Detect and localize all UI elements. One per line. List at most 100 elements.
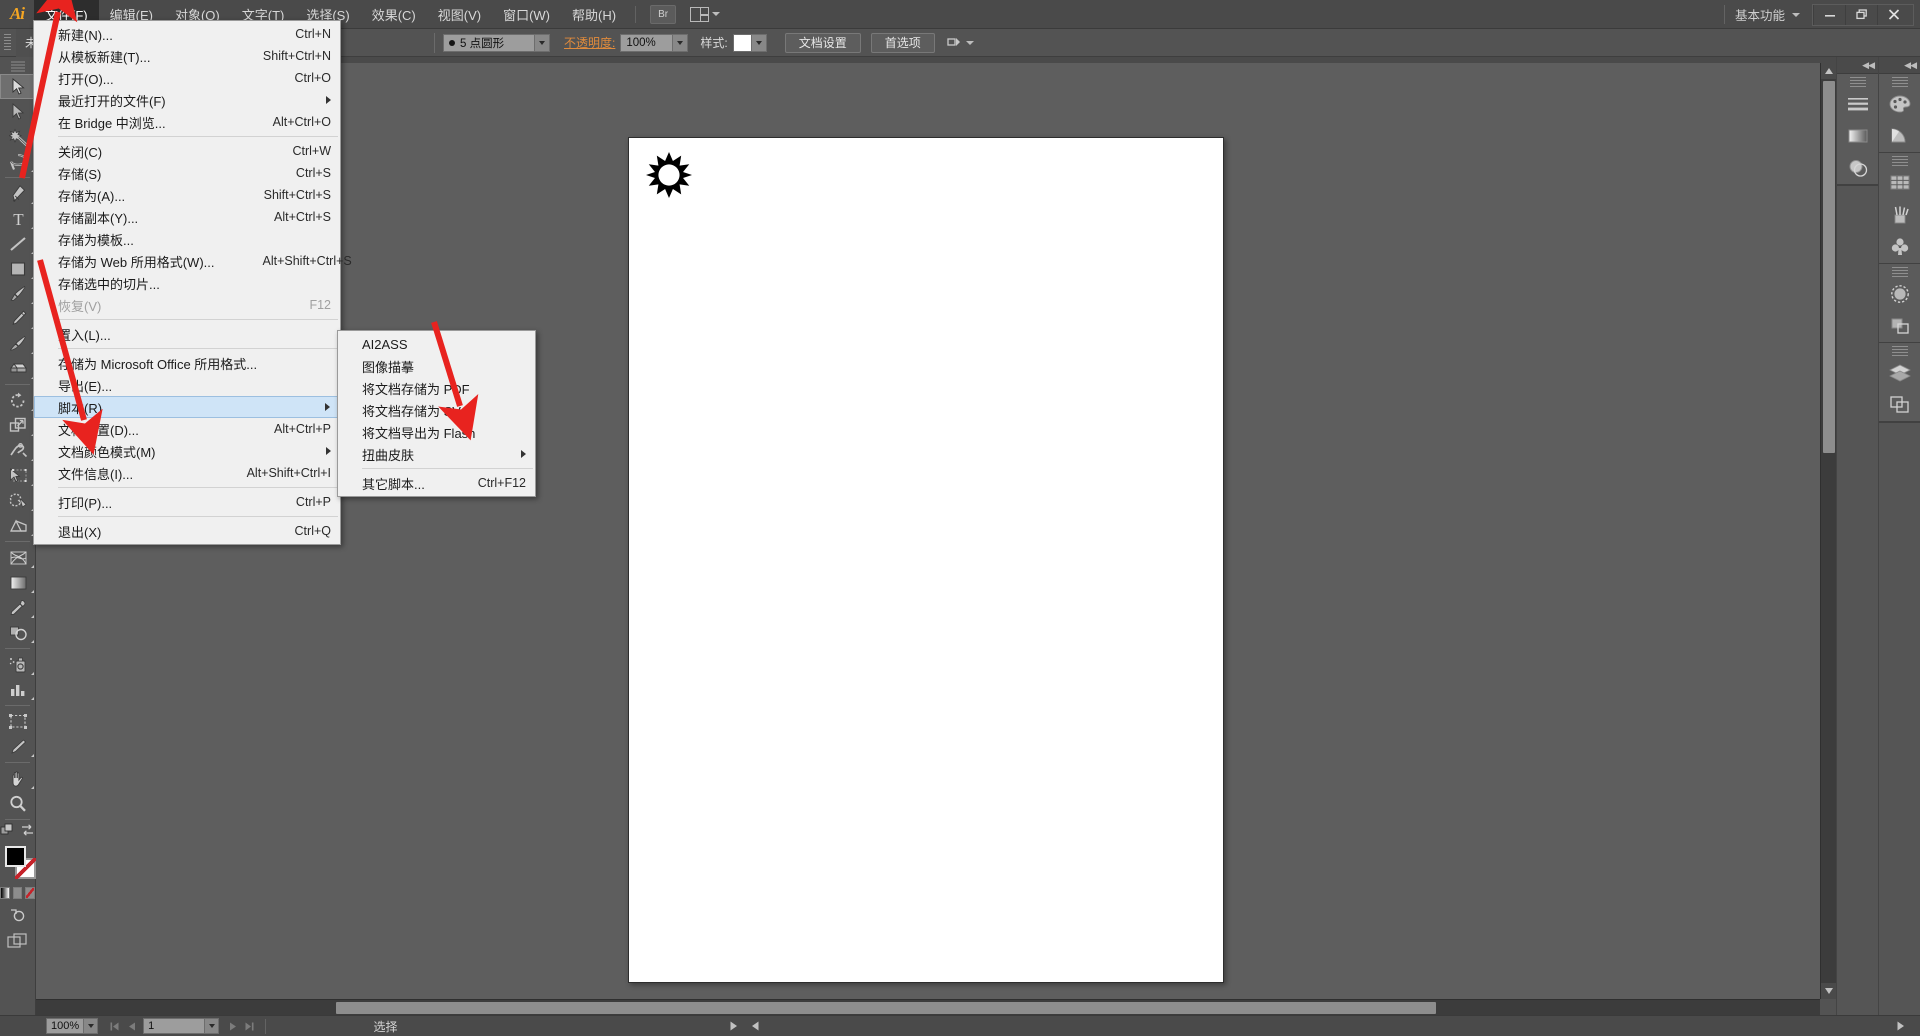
menu-bar-item-6[interactable]: 视图(V) [427,0,492,29]
column-graph-tool[interactable] [0,677,36,702]
fill-and-stroke-indicator[interactable] [0,843,36,883]
dock-collapse-right[interactable]: ◀◀ [1879,57,1920,74]
layers-panel-icon[interactable] [1879,357,1920,389]
menu-item-扭曲皮肤[interactable]: 扭曲皮肤 [338,443,535,465]
menu-item-关闭-c-[interactable]: 关闭(C) Ctrl+W [34,140,340,162]
menu-item-存储为-web-所用格式-w-[interactable]: 存储为 Web 所用格式(W)... Alt+Shift+Ctrl+S [34,250,352,272]
type-tool[interactable]: T [0,206,36,231]
menu-item-脚本-r-[interactable]: 脚本(R) [34,396,340,418]
rotate-tool[interactable] [0,388,36,413]
opacity-dropdown[interactable] [673,33,689,52]
default-fill-stroke-icon[interactable] [20,823,35,837]
none-mode-button[interactable] [25,887,36,899]
style-swatch[interactable] [732,33,752,52]
tools-panel-grip[interactable] [11,60,25,72]
hand-tool[interactable] [0,766,36,791]
line-segment-tool[interactable] [0,231,36,256]
swatches-panel-icon[interactable] [1879,167,1920,199]
workspace-switcher-label[interactable]: 基本功能 [1735,5,1785,24]
blend-tool[interactable] [0,620,36,645]
sun-shape[interactable] [646,152,692,198]
artboard-number-control[interactable]: 1 [143,1018,220,1034]
status-text[interactable]: 选择 [273,1018,498,1035]
menu-item-图像描摹[interactable]: 图像描摹 [338,355,535,377]
style-dropdown[interactable] [751,33,767,52]
menu-item-ai2ass[interactable]: AI2ASS [338,333,535,355]
gradient-panel-icon[interactable] [1837,120,1879,152]
menu-item-在-bridge-中浏览-[interactable]: 在 Bridge 中浏览... Alt+Ctrl+O [34,111,340,133]
next-artboard-button[interactable] [224,1018,241,1034]
color-mode-button[interactable] [12,887,23,899]
drawing-modes[interactable] [0,908,35,923]
last-artboard-button[interactable] [241,1018,258,1034]
symbols-panel-icon[interactable] [1879,231,1920,263]
menu-item-将文档导出为-flash[interactable]: 将文档导出为 Flash [338,421,535,443]
symbol-sprayer-tool[interactable] [0,652,36,677]
menu-item-置入-l-[interactable]: 置入(L)... [34,323,340,345]
menu-item-其它脚本-[interactable]: 其它脚本... Ctrl+F12 [338,472,535,494]
menu-item-存储副本-y-[interactable]: 存储副本(Y)... Alt+Ctrl+S [34,206,340,228]
menu-item-将文档存储为-svg[interactable]: 将文档存储为 SVG [338,399,535,421]
perspective-grid-tool[interactable] [0,513,36,538]
menu-item-存储为-microsoft-office-所用格式-[interactable]: 存储为 Microsoft Office 所用格式... [34,352,340,374]
eraser-tool[interactable] [0,356,36,381]
control-panel-menu-button[interactable] [947,36,974,49]
pencil-tool[interactable] [0,306,36,331]
artboard[interactable] [628,137,1224,983]
scroll-down-button[interactable] [1821,983,1836,999]
dock-collapse-left[interactable]: ◀◀ [1837,57,1878,74]
status-scroll-left-button[interactable] [745,1018,767,1034]
menu-item-将文档存储为-pdf[interactable]: 将文档存储为 PDF [338,377,535,399]
opacity-value[interactable]: 100% [620,33,674,52]
menu-item-存储选中的切片-[interactable]: 存储选中的切片... [34,272,340,294]
brush-definition-field[interactable]: 5 点圆形 [443,33,535,52]
canvas-horizontal-scrollbar[interactable] [36,999,1820,1015]
blob-brush-tool[interactable] [0,331,36,356]
rectangle-tool[interactable] [0,256,36,281]
pen-tool[interactable] [0,181,36,206]
dock-group-grip[interactable] [1891,77,1908,87]
dock-group-grip[interactable] [1891,267,1908,277]
status-scroll-right-button[interactable] [1890,1018,1912,1034]
stroke-panel-icon[interactable] [1837,88,1879,120]
menu-item-存储为模板-[interactable]: 存储为模板... [34,228,340,250]
menu-bar-item-8[interactable]: 帮助(H) [561,0,627,29]
previous-artboard-button[interactable] [123,1018,140,1034]
menu-bar-item-5[interactable]: 效果(C) [361,0,427,29]
opacity-label[interactable]: 不透明度: [564,34,615,51]
selection-tool[interactable] [0,74,36,99]
canvas-vertical-scrollbar[interactable] [1820,63,1836,999]
vertical-scroll-thumb[interactable] [1823,81,1835,453]
width-tool[interactable] [0,438,36,463]
screen-mode-button[interactable] [0,933,35,949]
menu-item-文档颜色模式-m-[interactable]: 文档颜色模式(M) [34,440,340,462]
style-control[interactable] [732,33,767,52]
zoom-dropdown[interactable] [84,1018,99,1034]
slice-tool[interactable] [0,734,36,759]
control-menu-chevron-down-icon[interactable] [965,40,974,45]
paintbrush-tool[interactable] [0,281,36,306]
direct-selection-tool[interactable] [0,99,36,124]
scale-tool[interactable] [0,413,36,438]
dock-group-grip[interactable] [1849,77,1866,87]
appearance-panel-icon[interactable] [1879,278,1920,310]
horizontal-scroll-thumb[interactable] [336,1002,1436,1014]
artboard-number-field[interactable]: 1 [143,1018,206,1034]
menu-item-导出-e-[interactable]: 导出(E)... [34,374,340,396]
swap-fill-stroke-icon[interactable] [0,823,15,837]
transparency-panel-icon[interactable] [1837,152,1879,184]
color-guide-panel-icon[interactable] [1879,120,1920,152]
brush-definition-dropdown[interactable] [535,33,550,52]
fill-swatch[interactable] [5,846,26,867]
brushes-panel-icon[interactable] [1879,199,1920,231]
zoom-level-field[interactable]: 100% [46,1018,85,1034]
control-bar-grip[interactable] [4,34,11,51]
zoom-tool[interactable] [0,791,36,816]
menu-item-退出-x-[interactable]: 退出(X) Ctrl+Q [34,520,340,542]
lasso-tool[interactable] [0,149,36,174]
workspace-chevron-down-icon[interactable] [1792,12,1800,17]
shape-builder-tool[interactable] [0,488,36,513]
gradient-tool[interactable] [0,570,36,595]
scripts-submenu-popup[interactable]: AI2ASS 图像描摹 将文档存储为 PDF 将文档存储为 SVG 将文档导出为 Fla… [337,330,536,497]
menu-item-文档设置-d-[interactable]: 文档设置(D)... Alt+Ctrl+P [34,418,340,440]
